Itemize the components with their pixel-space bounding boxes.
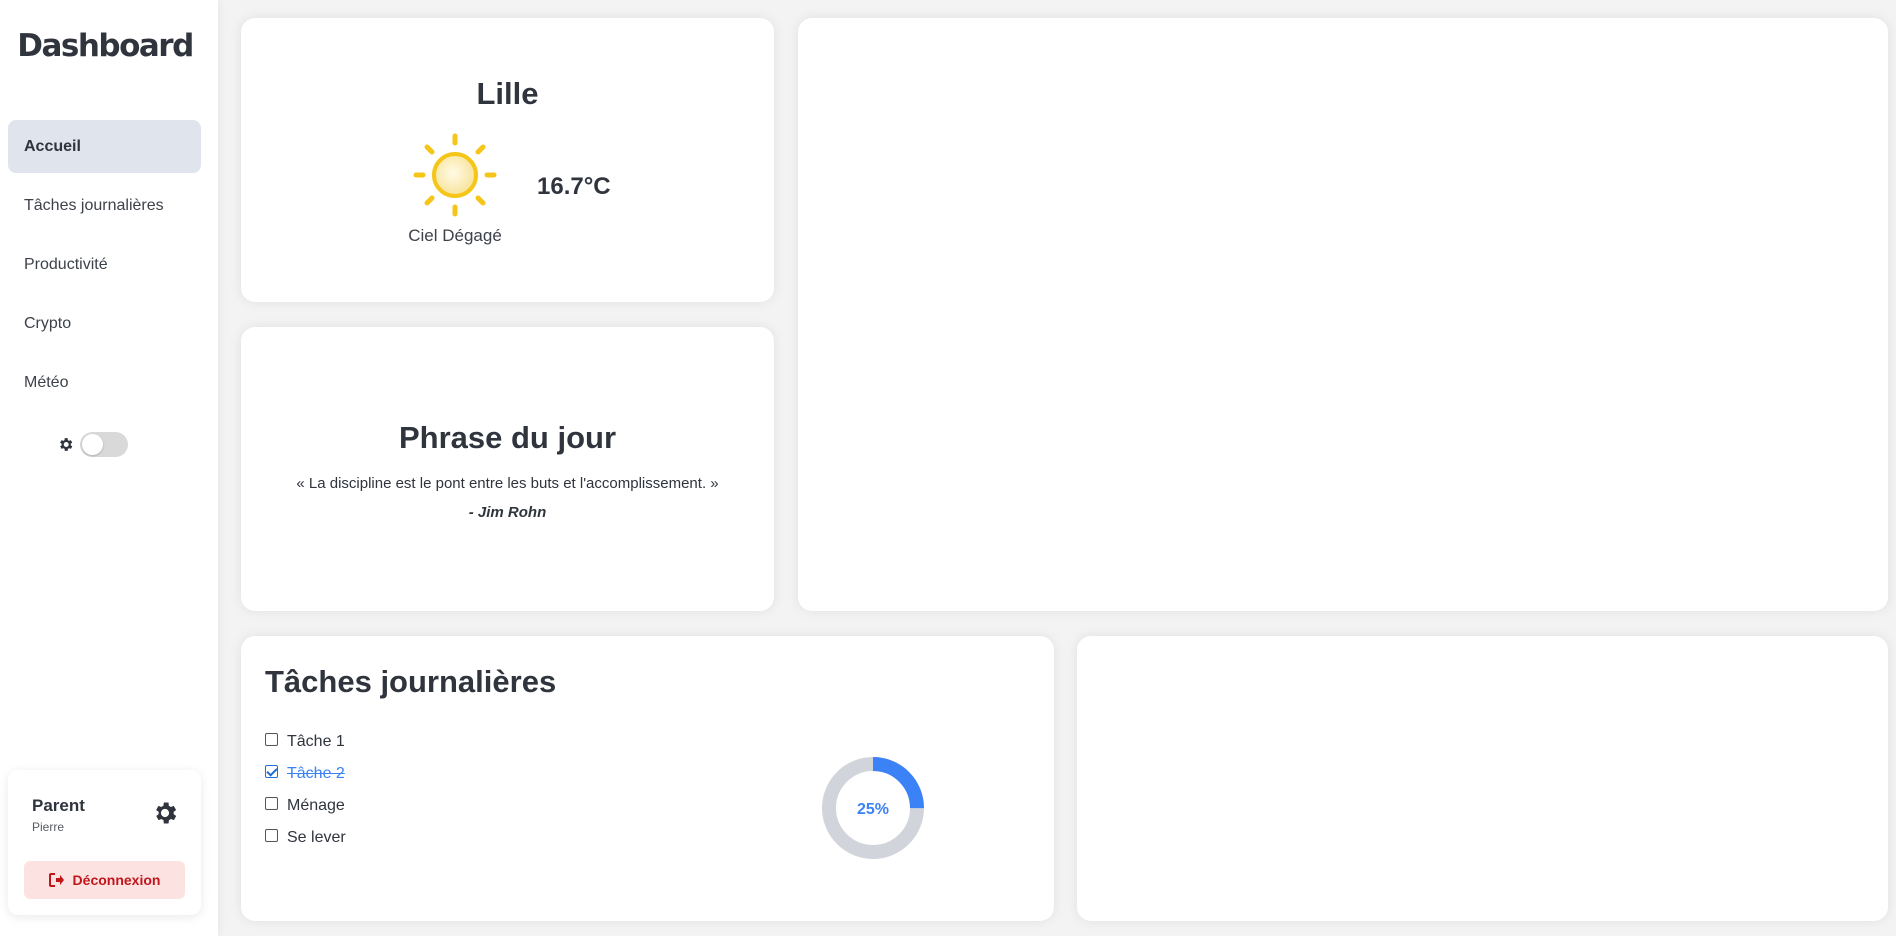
weather-city: Lille: [476, 76, 539, 111]
user-role: Parent: [32, 796, 85, 815]
task-list: Tâche 1 Tâche 2 Ménage Se lever: [265, 726, 346, 854]
sidebar-nav: Accueil Tâches journalières Productivité…: [8, 120, 201, 415]
task-checkbox[interactable]: [265, 828, 278, 842]
sidebar: Dashboard Accueil Tâches journalières Pr…: [0, 0, 218, 936]
task-item[interactable]: Tâche 1: [265, 726, 346, 758]
quote-text: « La discipline est le pont entre les bu…: [296, 475, 719, 492]
logout-button[interactable]: Déconnexion: [24, 861, 185, 899]
weather-card: Lille 16.7°C Ciel Dégagé: [241, 18, 774, 302]
task-item[interactable]: Tâche 2: [265, 758, 346, 790]
weather-condition: Ciel Dégagé: [408, 226, 502, 245]
tasks-progress-donut: 25%: [822, 757, 924, 859]
user-card: Parent Pierre Déconnexion: [8, 770, 201, 915]
theme-toggle[interactable]: [80, 432, 128, 457]
task-label: Ménage: [287, 797, 345, 814]
sidebar-item-crypto[interactable]: Crypto: [8, 297, 201, 350]
sidebar-item-taches-journalieres[interactable]: Tâches journalières: [8, 179, 201, 232]
theme-toggle-row: [57, 432, 128, 457]
tasks-title: Tâches journalières: [265, 664, 557, 699]
main-panel: [798, 18, 1888, 611]
task-checkbox[interactable]: [265, 732, 278, 746]
logout-icon: [48, 873, 64, 887]
task-item[interactable]: Ménage: [265, 790, 346, 822]
sidebar-item-productivite[interactable]: Productivité: [8, 238, 201, 291]
logout-label: Déconnexion: [72, 872, 161, 888]
gear-icon: [60, 438, 73, 451]
tasks-card: Tâches journalières Tâche 1 Tâche 2 Ména…: [241, 636, 1054, 921]
quote-author: - Jim Rohn: [468, 504, 547, 521]
gear-icon[interactable]: [151, 799, 179, 827]
sidebar-item-accueil[interactable]: Accueil: [8, 120, 201, 173]
sidebar-item-meteo[interactable]: Météo: [8, 356, 201, 409]
task-checkbox[interactable]: [265, 764, 278, 778]
task-label: Tâche 1: [287, 733, 345, 750]
toggle-knob: [82, 434, 103, 455]
weather-temperature: 16.7°C: [537, 173, 611, 200]
user-name: Pierre: [32, 820, 65, 834]
sun-icon: [413, 133, 497, 217]
task-label: Se lever: [287, 829, 346, 846]
quote-title: Phrase du jour: [398, 420, 617, 455]
secondary-panel: [1077, 636, 1888, 921]
task-item[interactable]: Se lever: [265, 822, 346, 854]
task-checkbox[interactable]: [265, 796, 278, 810]
quote-card: Phrase du jour « La discipline est le po…: [241, 327, 774, 611]
progress-label: 25%: [857, 801, 889, 818]
task-label: Tâche 2: [287, 765, 345, 782]
app-title: Dashboard: [17, 28, 194, 64]
